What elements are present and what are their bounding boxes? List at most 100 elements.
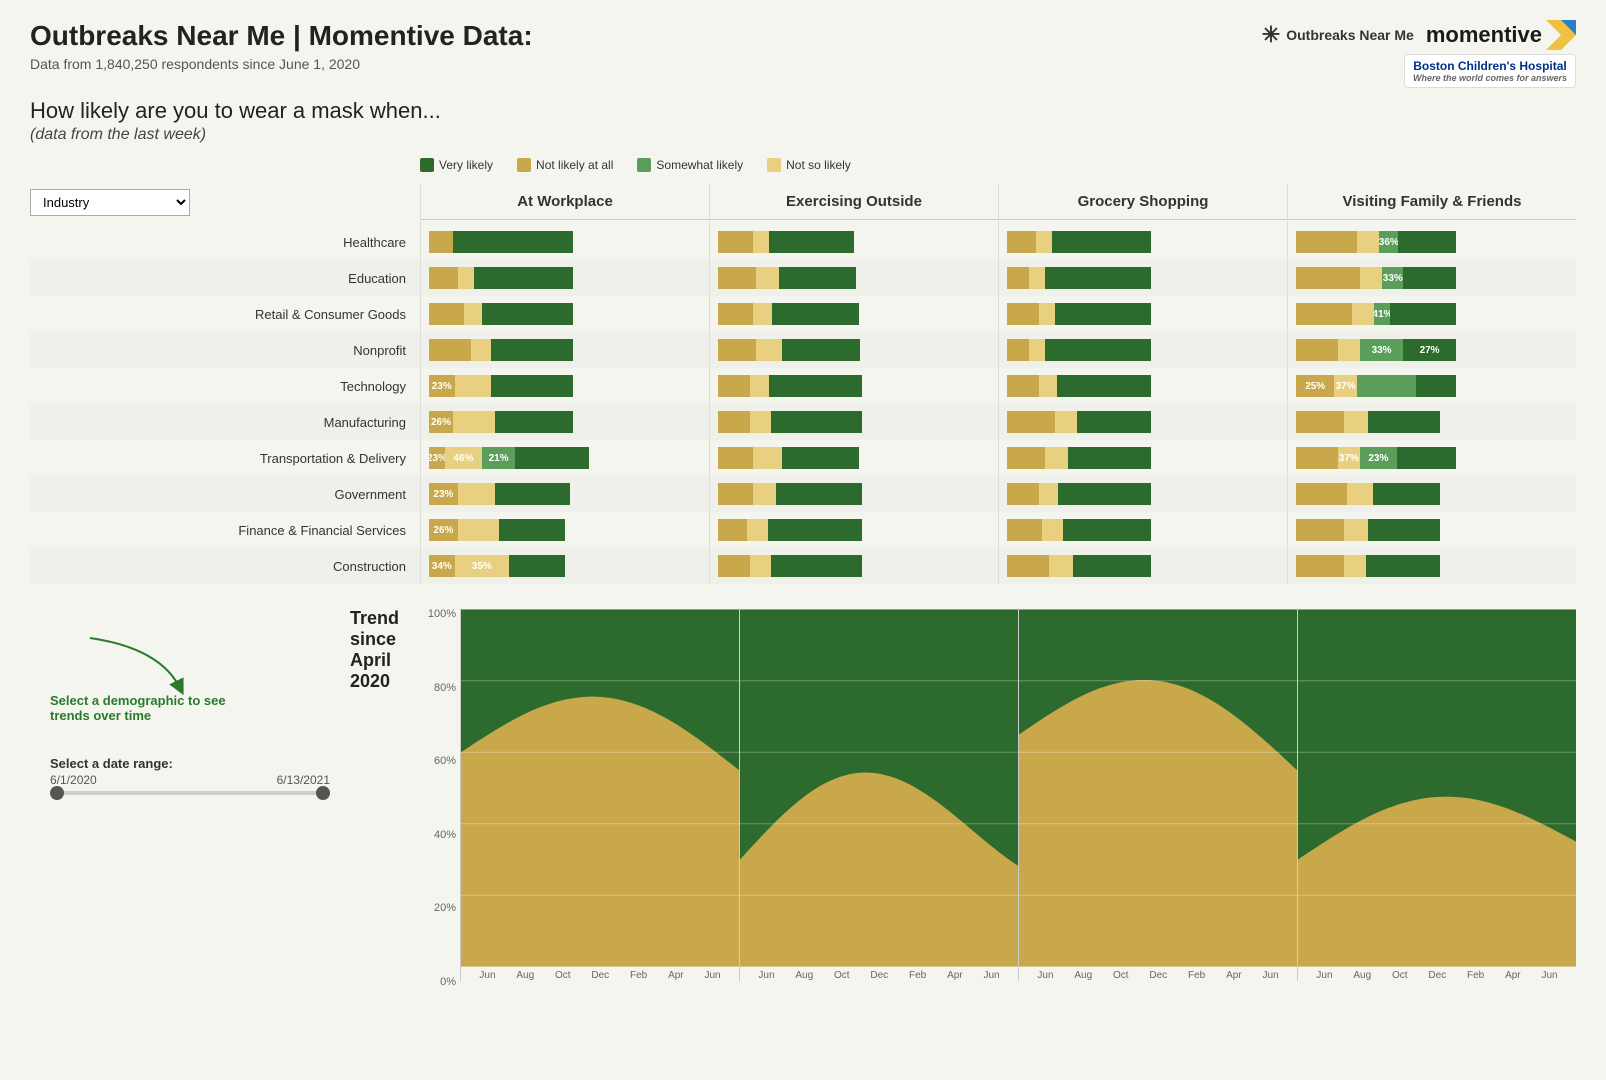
not-so-likely-box [767,158,781,172]
bar-seg-not-so-likely [753,303,772,325]
virus-icon: ✳ [1262,22,1280,48]
charts-grid: At Workplace23%26%23%46%21%23%26%34%35%E… [420,184,1576,584]
bar-seg-very-likely [768,519,862,541]
bar-row-1-9 [710,548,998,584]
very-likely-label: Very likely [439,158,493,172]
row-label-7: Government [30,476,420,512]
bar-seg-not-likely-all [1007,519,1042,541]
bar-seg-not-likely-all [1296,267,1360,289]
bar-container-0-4: 23% [429,375,609,397]
bar-row-0-5: 26% [421,404,709,440]
x-label-Feb: Feb [630,970,647,981]
bar-seg-very-likely: 27% [1403,339,1456,361]
bar-seg-not-so-likely [1039,303,1055,325]
bar-container-0-0 [429,231,609,253]
bar-row-2-0 [999,224,1287,260]
bar-seg-not-likely-all [1007,411,1055,433]
bar-seg-not-likely-all [718,303,753,325]
bar-seg-not-likely-all [1007,483,1039,505]
bar-seg-not-so-likely [458,519,500,541]
bar-seg-very-likely [1077,411,1151,433]
trend-charts-inner: JunAugOctDecFebAprJunJunAugOctDecFebAprJ… [460,608,1576,981]
bar-seg-not-likely-all: 23% [429,375,455,397]
bar-seg-not-likely-all [1296,411,1344,433]
bar-container-0-8: 26% [429,519,609,541]
bar-container-2-6 [1007,447,1187,469]
bar-seg-somewhat-likely: 23% [1360,447,1397,469]
not-likely-all-box [517,158,531,172]
bar-row-3-3: 33%27% [1288,332,1576,368]
header-row: Outbreaks Near Me | Momentive Data: Data… [30,20,1576,88]
bar-seg-very-likely [509,555,565,577]
trend-chart-wrapper-3: JunAugOctDecFebAprJun [1297,608,1576,981]
bar-seg-not-so-likely [1344,519,1368,541]
bar-row-2-8 [999,512,1287,548]
bar-row-0-4: 23% [421,368,709,404]
bar-seg-not-likely-all [429,303,464,325]
y-80: 80% [434,682,456,694]
x-label-Jun: Jun [1541,970,1557,981]
trend-x-axis-0: JunAugOctDecFebAprJun [461,970,739,981]
bar-row-2-6 [999,440,1287,476]
row-labels: Industry Age Gender Region Education Hea… [30,184,420,584]
bar-seg-very-likely [1390,303,1456,325]
bar-seg-not-so-likely [1045,447,1067,469]
bar-seg-not-so-likely [750,375,769,397]
bar-container-3-8 [1296,519,1476,541]
dropdown-row: Industry Age Gender Region Education [30,184,420,220]
x-label-Jun: Jun [1316,970,1332,981]
select-demo-text[interactable]: Select a demographic to see trends over … [50,693,250,723]
bar-row-0-0 [421,224,709,260]
bar-seg-not-likely-all: 25% [1296,375,1334,397]
bar-container-3-7 [1296,483,1476,505]
col-header-0: At Workplace [421,184,709,220]
bar-row-3-9 [1288,548,1576,584]
bar-seg-not-so-likely [1049,555,1073,577]
bar-seg-somewhat-likely: 33% [1382,267,1403,289]
bar-seg-very-likely [1052,231,1151,253]
bar-container-3-5 [1296,411,1476,433]
bar-container-2-0 [1007,231,1187,253]
date-start: 6/1/2020 [50,773,97,787]
bar-container-0-3 [429,339,609,361]
bar-container-1-0 [718,231,898,253]
row-label-8: Finance & Financial Services [30,512,420,548]
industry-select[interactable]: Industry Age Gender Region Education [30,189,190,216]
bar-seg-very-likely [776,483,862,505]
page-container: Outbreaks Near Me | Momentive Data: Data… [0,0,1606,1048]
x-label-Feb: Feb [909,970,926,981]
trend-left: Trend since April 2020 Select a demograp… [30,608,420,1028]
bar-seg-not-likely-all: 34% [429,555,455,577]
bar-seg-not-so-likely [1029,339,1045,361]
bar-row-1-3 [710,332,998,368]
x-label-Dec: Dec [591,970,609,981]
bar-seg-not-so-likely [1357,231,1379,253]
slider-thumb-right[interactable] [316,786,330,800]
bar-container-3-6: 37%23% [1296,447,1476,469]
y-0: 0% [440,976,456,988]
legend-somewhat-likely: Somewhat likely [637,158,743,172]
header-left: Outbreaks Near Me | Momentive Data: Data… [30,20,533,72]
bar-seg-very-likely [1416,375,1456,397]
bar-seg-not-so-likely [756,339,782,361]
row-label-3: Nonprofit [30,332,420,368]
bar-container-3-4: 25%37% [1296,375,1476,397]
x-label-Jun: Jun [983,970,999,981]
x-label-Aug: Aug [795,970,813,981]
bar-container-0-9: 34%35% [429,555,609,577]
bar-row-3-4: 25%37% [1288,368,1576,404]
bar-seg-not-so-likely [747,519,768,541]
bar-seg-not-likely-all: 26% [429,519,458,541]
x-label-Apr: Apr [1226,970,1242,981]
x-label-Oct: Oct [834,970,850,981]
bar-seg-not-so-likely [753,447,782,469]
trend-section: Trend since April 2020 Select a demograp… [30,608,1576,1028]
bar-seg-not-so-likely [1344,411,1368,433]
x-label-Aug: Aug [516,970,534,981]
col-header-1: Exercising Outside [710,184,998,220]
x-label-Dec: Dec [1428,970,1446,981]
bar-seg-very-likely [1045,267,1151,289]
bar-seg-not-likely-all [1007,303,1039,325]
slider-thumb-left[interactable] [50,786,64,800]
bar-seg-not-likely-all [1007,267,1029,289]
